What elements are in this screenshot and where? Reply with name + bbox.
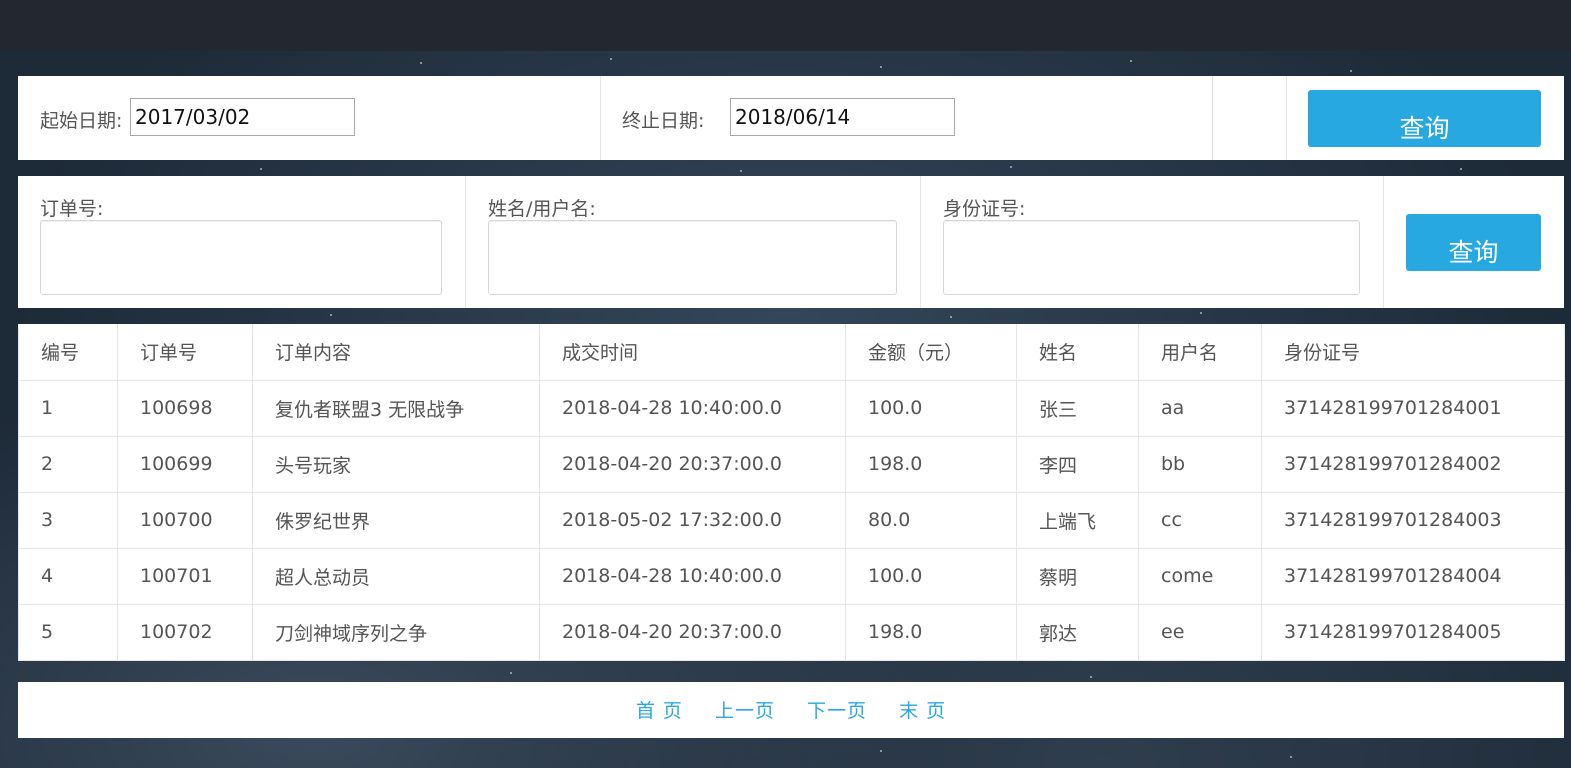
table-cell: 100700 <box>117 491 253 549</box>
table-cell: 头号玩家 <box>252 435 540 493</box>
table-cell: come <box>1138 547 1262 605</box>
table-cell: 100699 <box>117 435 253 493</box>
header-cell: 姓名 <box>1016 324 1139 381</box>
divider <box>465 176 466 308</box>
table-cell: 2018-05-02 17:32:00.0 <box>539 491 846 549</box>
table-cell: aa <box>1138 379 1262 437</box>
table-cell: 371428199701284004 <box>1261 547 1565 605</box>
table-cell: 2018-04-28 10:40:00.0 <box>539 379 846 437</box>
table-cell: 2018-04-20 20:37:00.0 <box>539 603 846 661</box>
header-cell: 订单内容 <box>252 324 540 381</box>
end-date-label: 终止日期: <box>622 110 705 132</box>
order-no-label: 订单号: <box>40 198 104 220</box>
table-row: 3 100700 侏罗纪世界 2018-05-02 17:32:00.0 80.… <box>18 491 1565 549</box>
header-cell: 金额（元） <box>845 324 1017 381</box>
field-search-panel: 订单号: 姓名/用户名: 身份证号: 查询 <box>18 176 1564 308</box>
table-cell: 100698 <box>117 379 253 437</box>
table-row: 4 100701 超人总动员 2018-04-28 10:40:00.0 100… <box>18 547 1565 605</box>
table-cell: bb <box>1138 435 1262 493</box>
orders-table: 编号 订单号 订单内容 成交时间 金额（元） 姓名 用户名 身份证号 1 100… <box>18 324 1565 661</box>
table-cell: 5 <box>18 603 118 661</box>
field-search-button[interactable]: 查询 <box>1406 214 1541 271</box>
table-cell: 80.0 <box>845 491 1017 549</box>
next-page-link[interactable]: 下一页 <box>807 700 867 722</box>
table-cell: 100.0 <box>845 547 1017 605</box>
table-cell: 3 <box>18 491 118 549</box>
table-cell: 2 <box>18 435 118 493</box>
table-cell: 2018-04-20 20:37:00.0 <box>539 435 846 493</box>
table-cell: cc <box>1138 491 1262 549</box>
table-cell: 蔡明 <box>1016 547 1139 605</box>
pagination: 首 页 上一页 下一页 末 页 <box>18 682 1564 738</box>
divider <box>1212 76 1213 160</box>
table-cell: 上端飞 <box>1016 491 1139 549</box>
header-cell: 编号 <box>18 324 118 381</box>
start-date-label: 起始日期: <box>40 110 123 132</box>
date-search-panel: 起始日期: 终止日期: 查询 <box>18 76 1564 160</box>
id-number-input[interactable] <box>943 220 1360 295</box>
divider <box>600 76 601 160</box>
table-cell: 张三 <box>1016 379 1139 437</box>
order-no-input[interactable] <box>40 220 442 295</box>
table-row: 1 100698 复仇者联盟3 无限战争 2018-04-28 10:40:00… <box>18 379 1565 437</box>
name-label: 姓名/用户名: <box>488 198 596 220</box>
table-cell: 2018-04-28 10:40:00.0 <box>539 547 846 605</box>
table-header-row: 编号 订单号 订单内容 成交时间 金额（元） 姓名 用户名 身份证号 <box>18 324 1565 381</box>
table-cell: 侏罗纪世界 <box>252 491 540 549</box>
table-cell: 刀剑神域序列之争 <box>252 603 540 661</box>
table-cell: 复仇者联盟3 无限战争 <box>252 379 540 437</box>
table-cell: 1 <box>18 379 118 437</box>
table-cell: 100702 <box>117 603 253 661</box>
header-cell: 成交时间 <box>539 324 846 381</box>
divider <box>1383 176 1384 308</box>
table-cell: 371428199701284003 <box>1261 491 1565 549</box>
divider <box>920 176 921 308</box>
header-cell: 订单号 <box>117 324 253 381</box>
table-cell: 100.0 <box>845 379 1017 437</box>
table-cell: 郭达 <box>1016 603 1139 661</box>
table-cell: 371428199701284001 <box>1261 379 1565 437</box>
table-row: 5 100702 刀剑神域序列之争 2018-04-20 20:37:00.0 … <box>18 603 1565 661</box>
table-cell: 371428199701284002 <box>1261 435 1565 493</box>
table-cell: 李四 <box>1016 435 1139 493</box>
first-page-link[interactable]: 首 页 <box>636 700 683 722</box>
date-search-button[interactable]: 查询 <box>1308 90 1541 147</box>
last-page-link[interactable]: 末 页 <box>899 700 946 722</box>
prev-page-link[interactable]: 上一页 <box>715 700 775 722</box>
top-navbar <box>0 0 1571 51</box>
table-cell: 100701 <box>117 547 253 605</box>
divider <box>1286 76 1287 160</box>
table-cell: 198.0 <box>845 603 1017 661</box>
table-cell: 371428199701284005 <box>1261 603 1565 661</box>
id-number-label: 身份证号: <box>943 198 1026 220</box>
start-date-input[interactable] <box>130 98 355 136</box>
table-cell: 超人总动员 <box>252 547 540 605</box>
name-input[interactable] <box>488 220 897 295</box>
end-date-input[interactable] <box>730 98 955 136</box>
table-cell: 4 <box>18 547 118 605</box>
header-cell: 身份证号 <box>1261 324 1565 381</box>
table-row: 2 100699 头号玩家 2018-04-20 20:37:00.0 198.… <box>18 435 1565 493</box>
header-cell: 用户名 <box>1138 324 1262 381</box>
table-cell: ee <box>1138 603 1262 661</box>
table-cell: 198.0 <box>845 435 1017 493</box>
